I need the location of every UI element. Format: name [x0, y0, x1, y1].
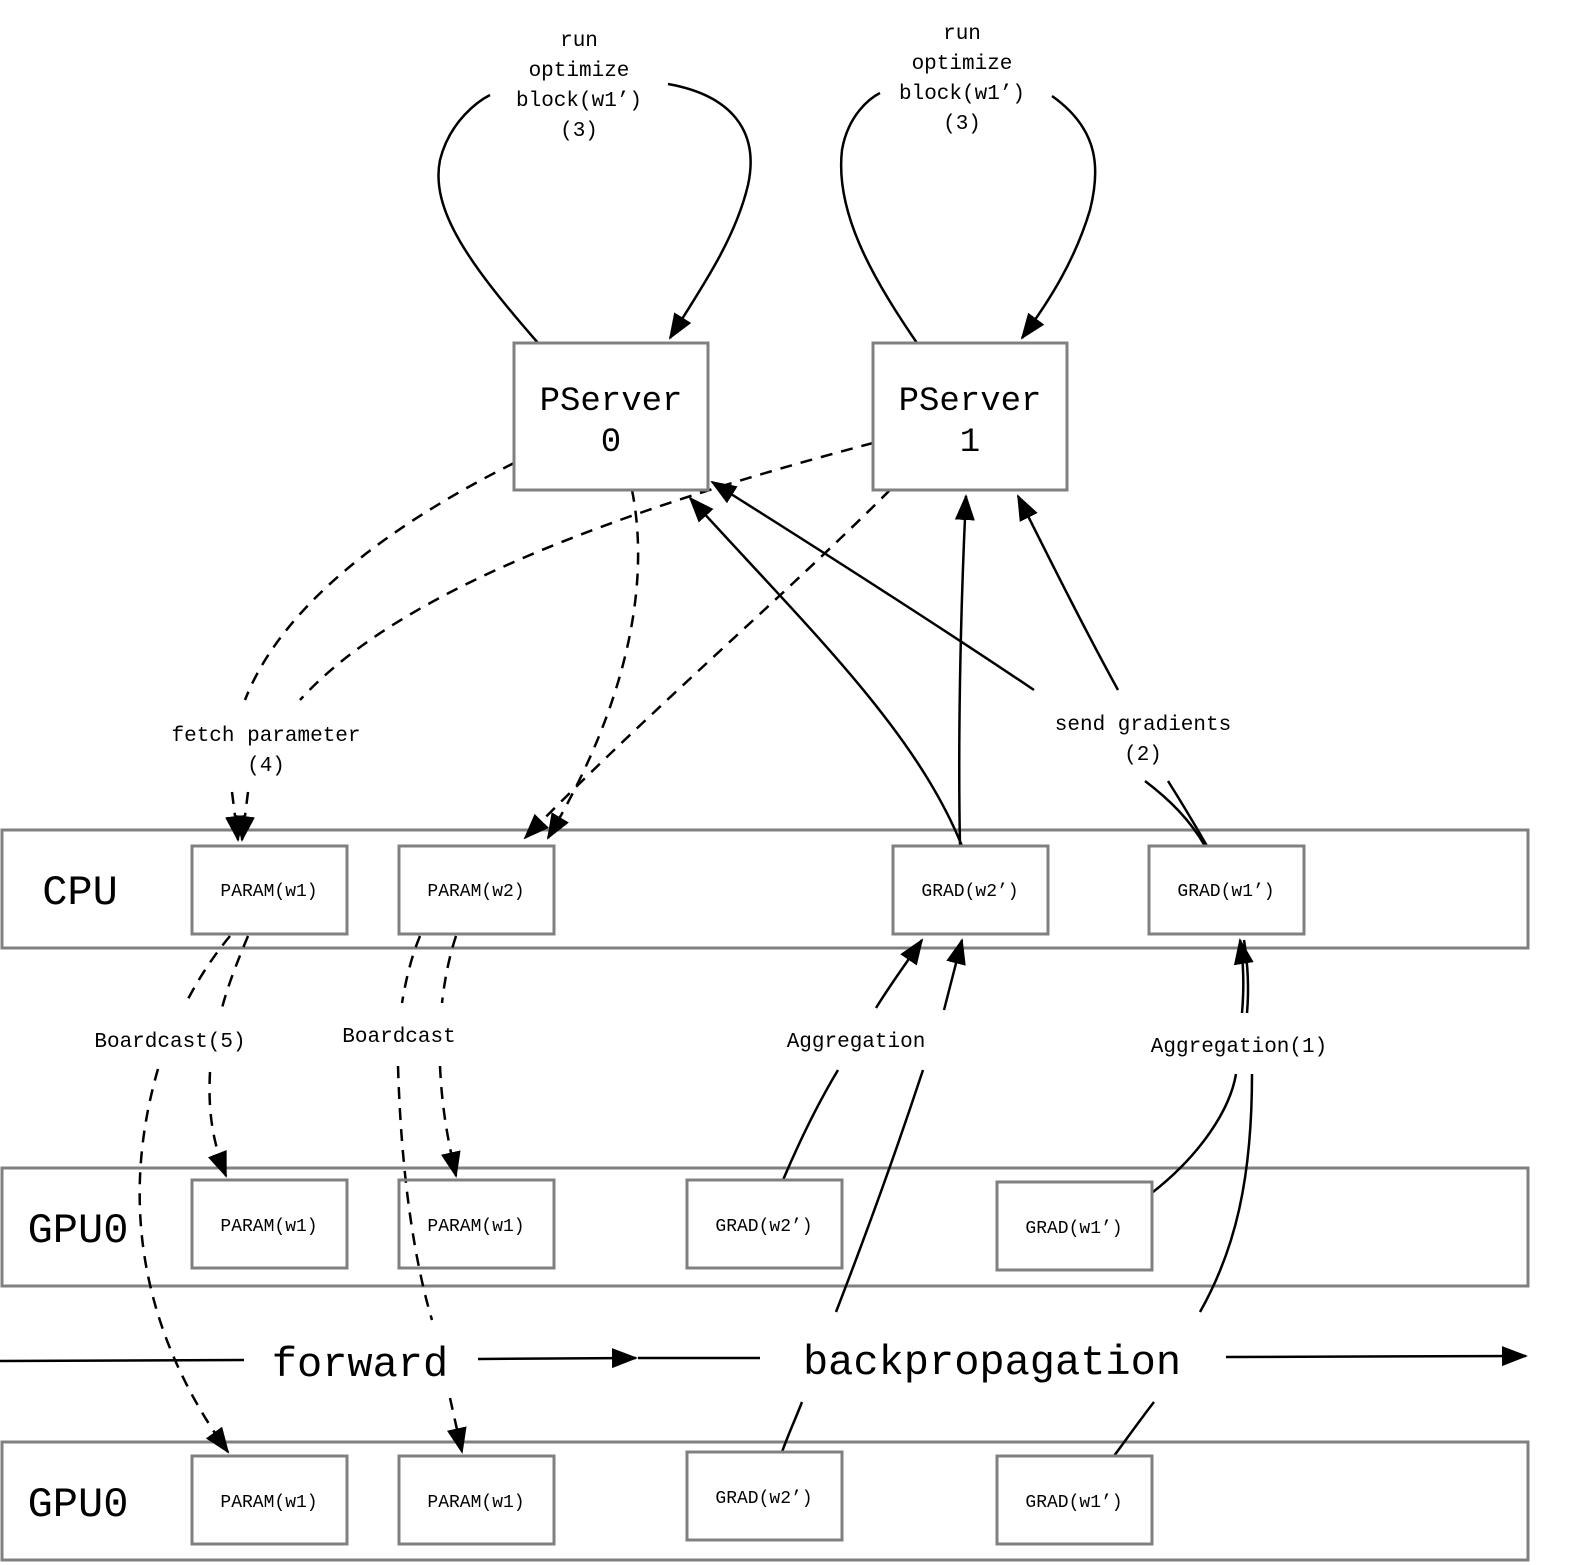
box-label: GRAD(w2’)	[715, 1217, 812, 1237]
box-label: GRAD(w2’)	[715, 1489, 812, 1509]
pserver-1-label: PServer	[899, 383, 1042, 421]
svg-text:(3): (3)	[943, 113, 981, 136]
cpu-grad-w2[interactable]: GRAD(w2’)	[891, 844, 1050, 936]
aggregation-label-2: Aggregation(1)	[1151, 1036, 1327, 1059]
forward-label: forward	[272, 1341, 448, 1389]
gpu2-param-w1-b[interactable]: PARAM(w1)	[397, 1454, 556, 1546]
gpu2-param-w1-a[interactable]: PARAM(w1)	[190, 1454, 349, 1546]
fetch-arrow-w1-a	[225, 791, 245, 842]
loop-arrow-ps0	[667, 82, 752, 340]
loop-edge-ps0	[437, 93, 539, 344]
broadcast-arrow-gpu-a	[207, 1071, 228, 1178]
svg-text:block(w1’): block(w1’)	[516, 90, 642, 113]
cpu-lane-label: CPU	[42, 869, 118, 917]
aggregation-arrow-w1-a	[1233, 938, 1254, 1014]
broadcast-edge-a-top	[183, 935, 231, 1006]
send-edge-w2-ps1	[954, 494, 975, 847]
gpu1-param-w1-a[interactable]: PARAM(w1)	[190, 1178, 349, 1270]
svg-text:run: run	[560, 30, 598, 53]
fetch-arrow-w1-b	[235, 791, 255, 842]
gpu1-grad-w2[interactable]: GRAD(w2’)	[685, 1178, 844, 1270]
send-edge-w1-ps0	[710, 480, 1035, 692]
aggregation-edge-gpu2-w2-top	[834, 1069, 925, 1313]
send-gradients-step: (2)	[1124, 744, 1162, 767]
fetch-parameter-step: (4)	[247, 755, 285, 778]
cpu-param-w1[interactable]: PARAM(w1)	[190, 844, 349, 936]
forward-arrow	[477, 1348, 638, 1369]
broadcast-label-2: Boardcast	[342, 1026, 455, 1049]
parameter-server-diagram: PServer 0 PServer 1 run optimize block(w…	[0, 23, 1530, 1562]
fetch-edge-ps0-w2	[546, 489, 640, 840]
broadcast2-arrow-gpu-a	[438, 1065, 461, 1178]
cpu-grad-w1[interactable]: GRAD(w1’)	[1147, 844, 1306, 936]
svg-text:block(w1’): block(w1’)	[899, 83, 1025, 106]
gpu0-lane-2-label: GPU0	[28, 1481, 129, 1529]
fetch-edge-ps1-w2	[523, 489, 891, 840]
gpu2-grad-w2[interactable]: GRAD(w2’)	[685, 1450, 844, 1542]
aggregation-edge-gpu2-w1-top	[1198, 1073, 1254, 1313]
fetch-parameter-label: fetch parameter	[171, 725, 360, 748]
backprop-arrow	[1225, 1346, 1528, 1367]
box-label: PARAM(w1)	[220, 882, 317, 902]
gpu0-lane-1-label: GPU0	[28, 1207, 129, 1255]
broadcast2-edge-a-top	[400, 935, 422, 1004]
aggregation-arrow-w2-a	[874, 938, 924, 1009]
gpu1-param-w1-b[interactable]: PARAM(w1)	[397, 1178, 556, 1270]
box-label: PARAM(w2)	[427, 882, 524, 902]
send-edge-w1-tail-b	[1166, 780, 1209, 847]
box-label: GRAD(w1’)	[1177, 882, 1274, 902]
svg-text:optimize: optimize	[529, 60, 630, 83]
pserver-0[interactable]: PServer 0	[512, 341, 710, 492]
loop-label-ps1: run optimize block(w1’) (3)	[899, 23, 1025, 136]
box-label: PARAM(w1)	[427, 1217, 524, 1237]
pserver-0-index: 0	[601, 424, 621, 462]
box-label: PARAM(w1)	[427, 1493, 524, 1513]
box-label: GRAD(w2’)	[921, 882, 1018, 902]
aggregation-edge-gpu2-w1-bottom	[1112, 1401, 1155, 1457]
gpu1-grad-w1[interactable]: GRAD(w1’)	[995, 1180, 1154, 1272]
forward-line-left	[0, 1358, 245, 1363]
box-label: PARAM(w1)	[220, 1493, 317, 1513]
pserver-1[interactable]: PServer 1	[871, 341, 1069, 492]
loop-arrow-ps1	[1020, 94, 1097, 340]
loop-label-ps0: run optimize block(w1’) (3)	[516, 30, 642, 143]
box-label: GRAD(w1’)	[1025, 1219, 1122, 1239]
pserver-0-label: PServer	[540, 383, 683, 421]
cpu-param-w2[interactable]: PARAM(w2)	[397, 844, 556, 936]
pserver-1-index: 1	[960, 424, 980, 462]
aggregation-label-1: Aggregation	[787, 1031, 926, 1054]
aggregation-arrow-w1-b	[1242, 939, 1250, 1014]
box-label: PARAM(w1)	[220, 1217, 317, 1237]
send-edge-w1-ps1	[1016, 494, 1120, 691]
svg-text:run: run	[943, 23, 981, 46]
svg-text:(3): (3)	[560, 120, 598, 143]
aggregation-edge-gpu1-w1	[1152, 1073, 1238, 1193]
backpropagation-label: backpropagation	[803, 1339, 1181, 1387]
box-label: GRAD(w1’)	[1025, 1493, 1122, 1513]
send-gradients-label: send gradients	[1055, 714, 1231, 737]
svg-text:optimize: optimize	[912, 53, 1013, 76]
send-edge-w2-ps0	[688, 496, 964, 847]
loop-edge-ps1	[839, 91, 919, 344]
broadcast-label-1: Boardcast(5)	[94, 1031, 245, 1054]
broadcast2-arrow-gpu-b	[447, 1397, 467, 1454]
gpu2-grad-w1[interactable]: GRAD(w1’)	[995, 1454, 1154, 1546]
aggregation-edge-gpu2-w2-bottom	[780, 1401, 804, 1453]
aggregation-edge-gpu1-w2	[781, 1069, 840, 1181]
broadcast2-edge-b-top	[440, 935, 458, 1004]
aggregation-arrow-w2-b	[942, 938, 966, 1011]
broadcast2-edge-gpu-b	[396, 1065, 434, 1321]
